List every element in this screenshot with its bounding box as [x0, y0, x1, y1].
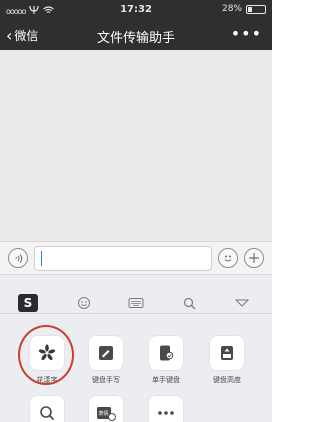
one-hand-keyboard-tile[interactable]	[149, 336, 183, 370]
highlight-circle	[18, 325, 74, 385]
keyboard-height-icon	[221, 346, 233, 360]
battery-percent: 28%	[221, 4, 242, 14]
keyboard-height-tile[interactable]	[210, 336, 244, 370]
sogou-logo-icon[interactable]: S	[18, 294, 38, 312]
chat-area[interactable]	[0, 50, 272, 241]
text-caret	[41, 251, 42, 266]
search-tile[interactable]	[30, 396, 64, 422]
message-input[interactable]	[34, 246, 212, 271]
search-icon[interactable]	[180, 295, 198, 311]
nav-bar: ‹ 微信 文件传输助手 •••	[0, 20, 272, 50]
tile-label-handwriting: 键盘手写	[92, 376, 120, 384]
input-bar	[0, 241, 272, 275]
battery-icon	[246, 4, 266, 14]
clipboard-icon: 表情	[97, 407, 116, 421]
keyboard-icon[interactable]	[127, 295, 145, 311]
clipboard-tile[interactable]: 表情	[89, 396, 123, 422]
tile-label-one-hand: 单手键盘	[152, 376, 180, 384]
emoji-button[interactable]	[218, 248, 238, 268]
hide-keyboard-icon[interactable]	[233, 295, 251, 311]
voice-button[interactable]	[8, 248, 28, 268]
tile-label-keyboard-height: 键盘高度	[213, 376, 241, 384]
handwriting-icon	[99, 346, 113, 360]
more-tile[interactable]	[149, 396, 183, 422]
plus-button[interactable]	[244, 248, 264, 268]
search-icon	[40, 406, 55, 421]
emoji-face-icon[interactable]	[75, 295, 93, 311]
one-hand-icon	[160, 345, 174, 361]
more-icon	[158, 411, 174, 415]
status-right: 28%	[222, 4, 266, 14]
emoji-icon	[224, 255, 232, 262]
status-bar: ooooo 17:32 28%	[0, 0, 272, 20]
handwriting-tile[interactable]	[89, 336, 123, 370]
plus-icon	[249, 253, 259, 263]
voice-icon	[15, 253, 22, 263]
clipboard-tile-text: 表情	[99, 410, 109, 417]
battery-fill	[248, 6, 252, 12]
keyboard-toolbar: S	[0, 292, 272, 314]
more-button[interactable]: •••	[231, 24, 262, 43]
